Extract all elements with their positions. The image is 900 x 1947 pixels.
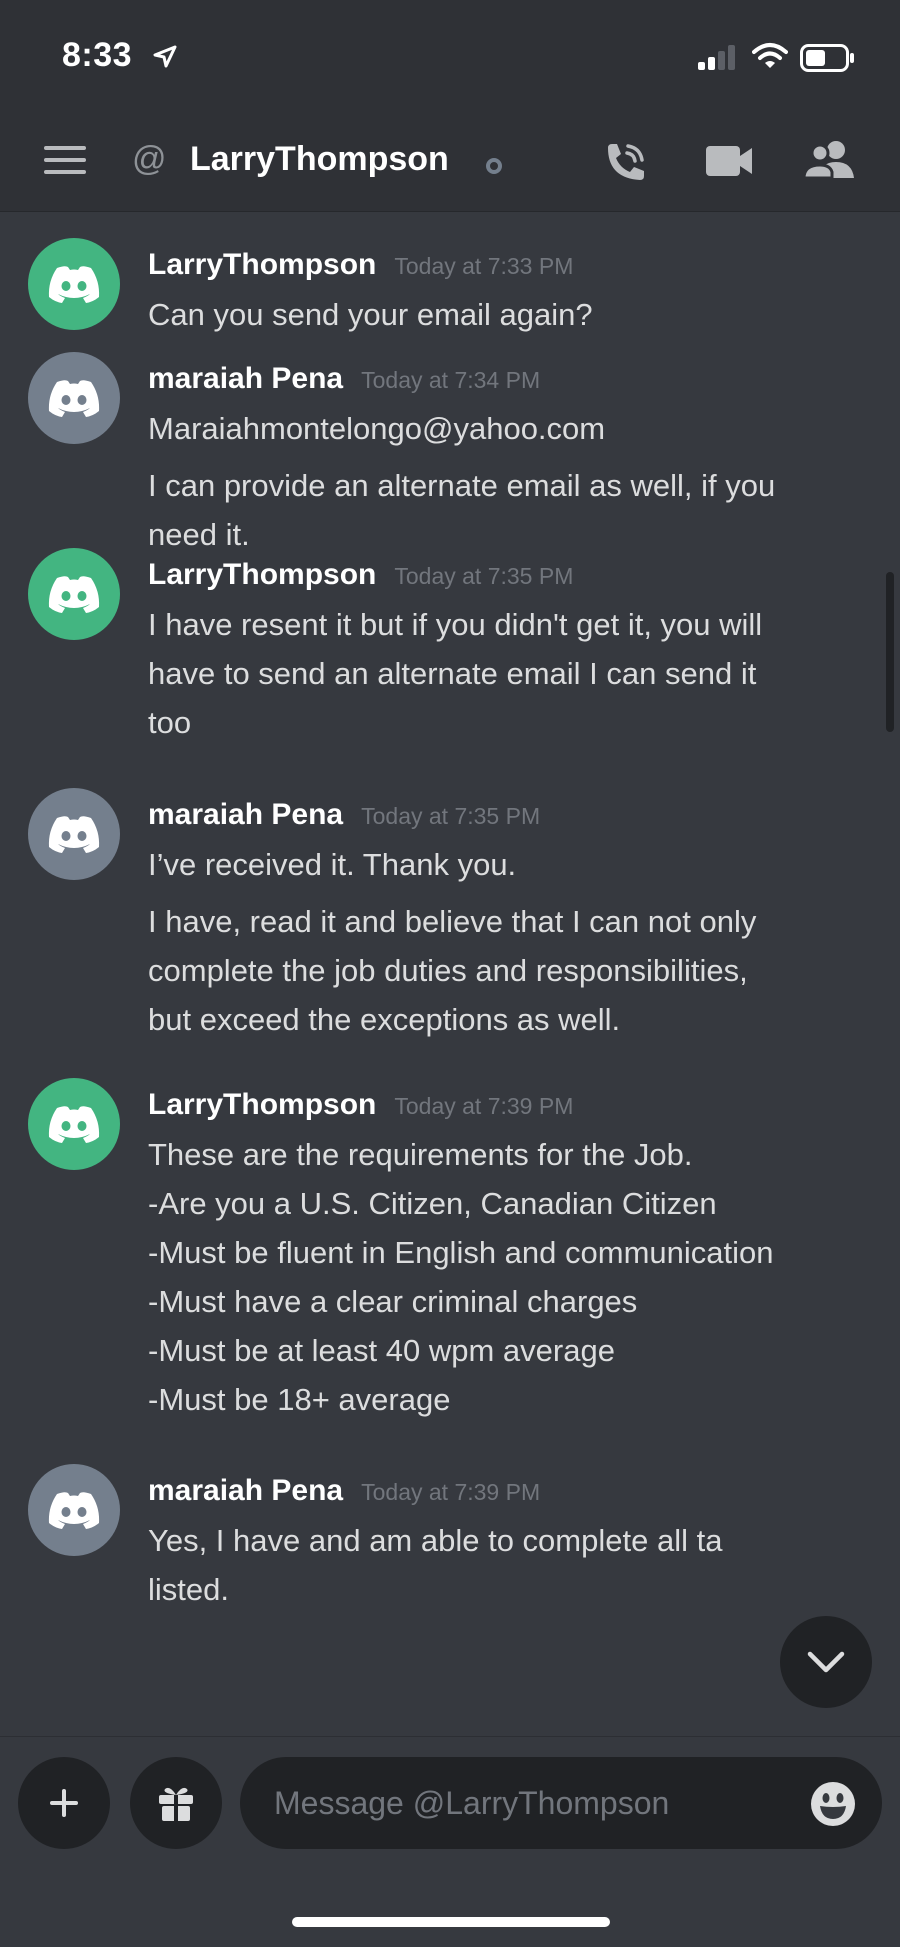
message-input[interactable] — [240, 1757, 882, 1849]
message-timestamp: Today at 7:35 PM — [394, 563, 574, 589]
top-bar: 8:33 @ LarryThompson — [0, 0, 900, 212]
discord-logo-icon — [48, 816, 100, 853]
message-author[interactable]: LarryThompson — [148, 248, 376, 281]
message-author[interactable]: maraiah Pena — [148, 798, 343, 831]
location-arrow-icon — [152, 44, 178, 75]
message-text: I can provide an alternate email as well… — [148, 468, 776, 503]
message-text: -Must be fluent in English and communica… — [148, 1235, 774, 1270]
discord-logo-icon — [48, 380, 100, 417]
message-text: complete the job duties and responsibili… — [148, 953, 748, 988]
battery-icon — [800, 44, 856, 77]
message-header: LarryThompson Today at 7:35 PM — [148, 558, 573, 592]
home-indicator — [292, 1917, 610, 1927]
message-text: but exceed the exceptions as well. — [148, 1002, 621, 1037]
message-header: maraiah Pena Today at 7:35 PM — [148, 798, 540, 832]
plus-icon — [50, 1789, 78, 1817]
message-timestamp: Today at 7:33 PM — [394, 253, 574, 279]
message-timestamp: Today at 7:34 PM — [361, 367, 541, 393]
message-content: These are the requirements for the Job. … — [148, 1130, 868, 1424]
message-header: LarryThompson Today at 7:33 PM — [148, 248, 573, 282]
message-text: need it. — [148, 517, 250, 552]
avatar[interactable] — [28, 238, 120, 330]
message-author[interactable]: LarryThompson — [148, 1088, 376, 1121]
discord-logo-icon — [48, 266, 100, 303]
message-text: These are the requirements for the Job. — [148, 1137, 693, 1172]
add-attachment-button[interactable] — [18, 1757, 110, 1849]
channel-header: @ LarryThompson — [0, 110, 900, 212]
message-content: I’ve received it. Thank you. I have, rea… — [148, 840, 868, 1044]
message-text: Can you send your email again? — [148, 297, 593, 332]
message-text[interactable]: Maraiahmontelongo@yahoo.com — [148, 404, 868, 453]
channel-title[interactable]: LarryThompson — [190, 140, 449, 179]
status-time: 8:33 — [62, 36, 133, 74]
message-composer — [0, 1736, 900, 1947]
message-text: Yes, I have and am able to complete all … — [148, 1523, 723, 1558]
message-author[interactable]: LarryThompson — [148, 558, 376, 591]
message-list[interactable]: LarryThompson Today at 7:33 PM Can you se… — [0, 212, 900, 1736]
discord-logo-icon — [48, 1492, 100, 1529]
message-content: Maraiahmontelongo@yahoo.com I can provid… — [148, 404, 868, 559]
message-text: listed. — [148, 1572, 229, 1607]
message-header: maraiah Pena Today at 7:39 PM — [148, 1474, 540, 1508]
message-text: -Are you a U.S. Citizen, Canadian Citize… — [148, 1186, 717, 1221]
menu-icon[interactable] — [44, 144, 86, 181]
at-icon: @ — [132, 140, 167, 178]
message-timestamp: Today at 7:39 PM — [394, 1093, 574, 1119]
message-header: maraiah Pena Today at 7:34 PM — [148, 362, 540, 396]
message-text: -Must be at least 40 wpm average — [148, 1333, 615, 1368]
presence-status-icon — [486, 158, 502, 174]
message-text: I have resent it but if you didn't get i… — [148, 607, 763, 642]
message-author[interactable]: maraiah Pena — [148, 1474, 343, 1507]
gift-icon — [159, 1787, 193, 1821]
message-text: -Must be 18+ average — [148, 1382, 451, 1417]
avatar[interactable] — [28, 788, 120, 880]
message-header: LarryThompson Today at 7:39 PM — [148, 1088, 573, 1122]
message-timestamp: Today at 7:39 PM — [361, 1479, 541, 1505]
gift-button[interactable] — [130, 1757, 222, 1849]
wifi-icon — [752, 42, 788, 75]
message-timestamp: Today at 7:35 PM — [361, 803, 541, 829]
chevron-down-icon — [807, 1651, 845, 1673]
avatar[interactable] — [28, 1078, 120, 1170]
avatar[interactable] — [28, 352, 120, 444]
jump-to-bottom-button[interactable] — [780, 1616, 872, 1708]
status-bar: 8:33 — [0, 0, 900, 110]
video-icon[interactable] — [706, 144, 754, 183]
message-text: I have, read it and believe that I can n… — [148, 904, 757, 939]
message-text: -Must have a clear criminal charges — [148, 1284, 638, 1319]
discord-logo-icon — [48, 576, 100, 613]
avatar[interactable] — [28, 548, 120, 640]
phone-call-icon[interactable] — [602, 140, 648, 191]
signal-icon — [698, 44, 738, 75]
avatar[interactable] — [28, 1464, 120, 1556]
scrollbar-thumb[interactable] — [886, 572, 894, 732]
message-content: Yes, I have and am able to complete all … — [148, 1516, 868, 1614]
message-text: I’ve received it. Thank you. — [148, 847, 517, 882]
message-text: too — [148, 705, 192, 740]
message-author[interactable]: maraiah Pena — [148, 362, 343, 395]
emoji-icon[interactable] — [810, 1781, 856, 1832]
message-content: Can you send your email again? — [148, 290, 868, 339]
message-text: have to send an alternate email I can se… — [148, 656, 757, 691]
discord-logo-icon — [48, 1106, 100, 1143]
members-icon[interactable] — [802, 140, 856, 185]
message-content: I have resent it but if you didn't get i… — [148, 600, 868, 747]
